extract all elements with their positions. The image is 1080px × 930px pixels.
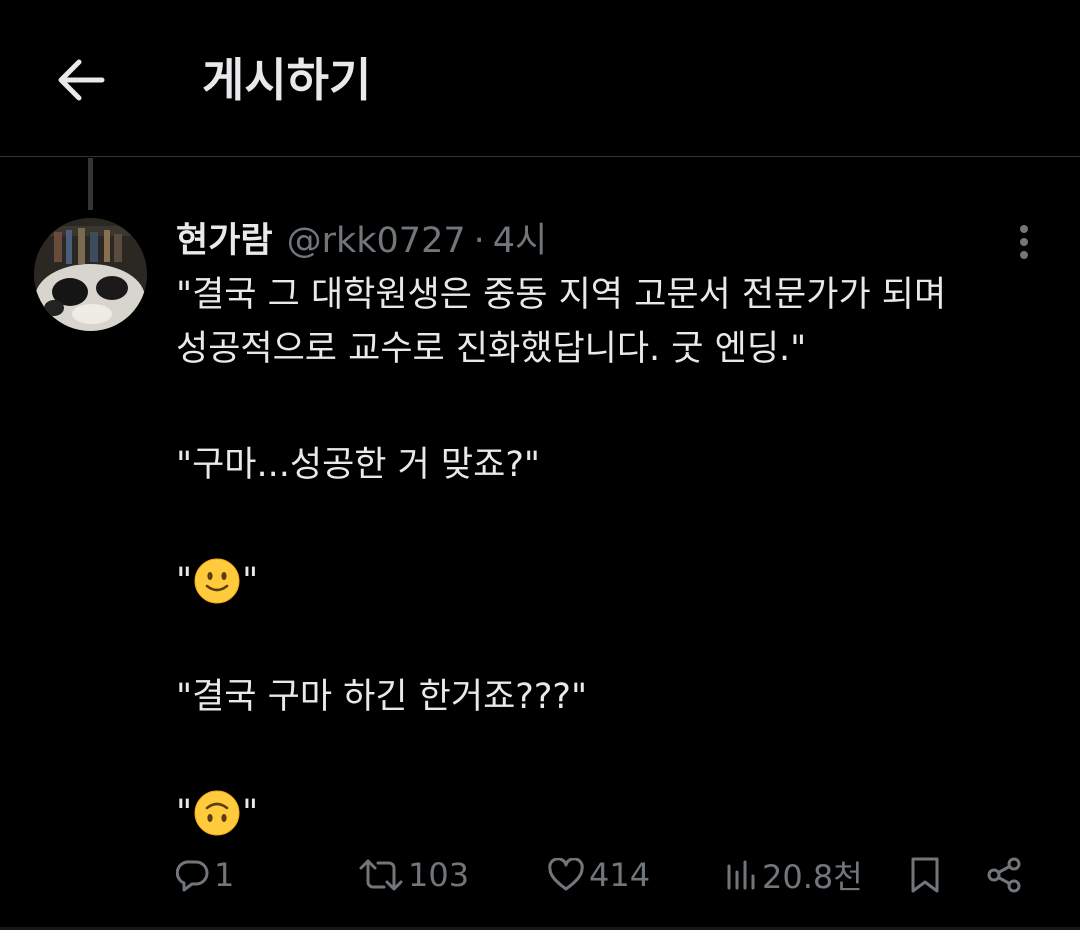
slightly-smiling-face-icon (194, 558, 240, 604)
top-app-bar: 게시하기 (0, 0, 1080, 157)
views-count: 20.8천 (762, 858, 863, 896)
timestamp[interactable]: 4시 (493, 212, 547, 263)
retweet-count: 103 (408, 856, 470, 894)
bookmark-icon (911, 857, 939, 893)
separator-dot: · (473, 221, 485, 261)
display-name[interactable]: 현가람 (176, 212, 273, 263)
reply-button[interactable]: 1 (176, 850, 234, 900)
tweet-line-2: 성공적으로 교수로 진화했답니다. 굿 엔딩." (176, 329, 807, 369)
tweet-line-4: " " (176, 554, 1056, 608)
views-button[interactable]: 20.8천 (724, 850, 863, 900)
quote-close: " (242, 561, 259, 601)
page-title: 게시하기 (202, 53, 372, 107)
thread-connector-line (88, 158, 93, 210)
like-button[interactable]: 414 (547, 850, 650, 900)
share-icon (987, 857, 1021, 893)
more-vertical-icon (1020, 225, 1028, 259)
arrow-left-icon (58, 59, 105, 101)
tweet-line-3: "구마...성공한 거 맞죠?" (176, 445, 541, 485)
tweet-action-bar: 1 103 414 20.8천 (0, 850, 1080, 900)
share-button[interactable] (984, 850, 1024, 900)
tweet-text: "결국 그 대학원생은 중동 지역 고문서 전문가가 되며 성공적으로 교수로 … (176, 268, 1056, 840)
tweet-line-1: "결국 그 대학원생은 중동 지역 고문서 전문가가 되며 (176, 275, 947, 315)
more-options-button[interactable] (1004, 220, 1044, 264)
quote-open: " (176, 793, 193, 833)
bookmark-button[interactable] (909, 850, 941, 900)
tweet-line-5: "결국 구마 하긴 한거죠???" (176, 677, 588, 717)
reply-icon (176, 860, 209, 892)
retweet-button[interactable]: 103 (358, 850, 469, 900)
avatar[interactable] (34, 218, 147, 331)
quote-close: " (242, 793, 259, 833)
tweet-header: 현가람 @rkk0727 · 4시 (176, 212, 547, 262)
tweet-line-6: " " (176, 786, 1056, 840)
like-count: 414 (589, 856, 651, 894)
heart-icon (548, 858, 584, 891)
reply-count: 1 (214, 856, 235, 894)
upside-down-face-icon (194, 790, 240, 836)
retweet-icon (359, 859, 403, 891)
back-button[interactable] (48, 50, 112, 110)
user-handle[interactable]: @rkk0727 (287, 221, 466, 261)
quote-open: " (176, 561, 193, 601)
views-chart-icon (727, 860, 755, 890)
